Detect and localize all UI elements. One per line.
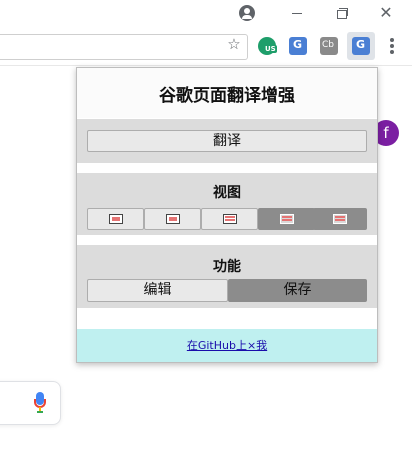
view-mode-4-icon xyxy=(280,214,294,224)
close-icon[interactable]: ✕ xyxy=(376,4,396,22)
address-bar[interactable] xyxy=(0,34,248,60)
view-mode-button-3[interactable] xyxy=(201,208,258,230)
function-section: 功能 编辑 保存 xyxy=(77,245,377,308)
translate-popup: 谷歌页面翻译增强 翻译 视图 功能 编辑 保存 在GitHub上×我 xyxy=(76,67,378,363)
minimize-icon[interactable] xyxy=(287,4,307,22)
view-mode-3-icon xyxy=(223,214,237,224)
title-bar: ✕ xyxy=(0,0,412,28)
view-mode-button-4[interactable] xyxy=(258,208,315,230)
extension-translate-enhance-icon[interactable] xyxy=(352,37,370,55)
popup-footer: 在GitHub上×我 xyxy=(77,329,377,362)
edit-button[interactable]: 编辑 xyxy=(87,279,228,302)
view-mode-button-5[interactable] xyxy=(313,208,367,230)
search-input[interactable] xyxy=(0,381,61,425)
browser-toolbar: ☆ xyxy=(0,28,412,66)
translate-button[interactable]: 翻译 xyxy=(87,130,367,152)
extension-cb-icon[interactable] xyxy=(320,37,338,55)
view-heading: 视图 xyxy=(213,185,241,201)
translate-section: 翻译 xyxy=(77,119,377,163)
function-heading: 功能 xyxy=(213,259,241,275)
extension-google-translate-icon[interactable] xyxy=(289,37,307,55)
github-link[interactable]: 在GitHub上×我 xyxy=(187,339,267,352)
browser-window: ✕ ☆ f 谷歌页面翻译增强 翻译 视图 xyxy=(0,0,412,457)
restore-icon[interactable] xyxy=(331,4,351,22)
view-mode-5-icon xyxy=(333,214,347,224)
account-icon[interactable] xyxy=(239,5,255,21)
popup-title: 谷歌页面翻译增强 xyxy=(77,68,377,118)
chrome-menu-icon[interactable] xyxy=(389,37,395,55)
view-mode-button-2[interactable] xyxy=(144,208,201,230)
bookmark-star-icon[interactable]: ☆ xyxy=(226,36,242,52)
extension-translate-us-icon[interactable] xyxy=(258,37,277,55)
view-mode-1-icon xyxy=(109,214,123,224)
save-button[interactable]: 保存 xyxy=(228,279,367,302)
view-mode-button-1[interactable] xyxy=(87,208,144,230)
view-mode-2-icon xyxy=(166,214,180,224)
view-section: 视图 xyxy=(77,173,377,235)
microphone-icon[interactable] xyxy=(34,392,46,416)
